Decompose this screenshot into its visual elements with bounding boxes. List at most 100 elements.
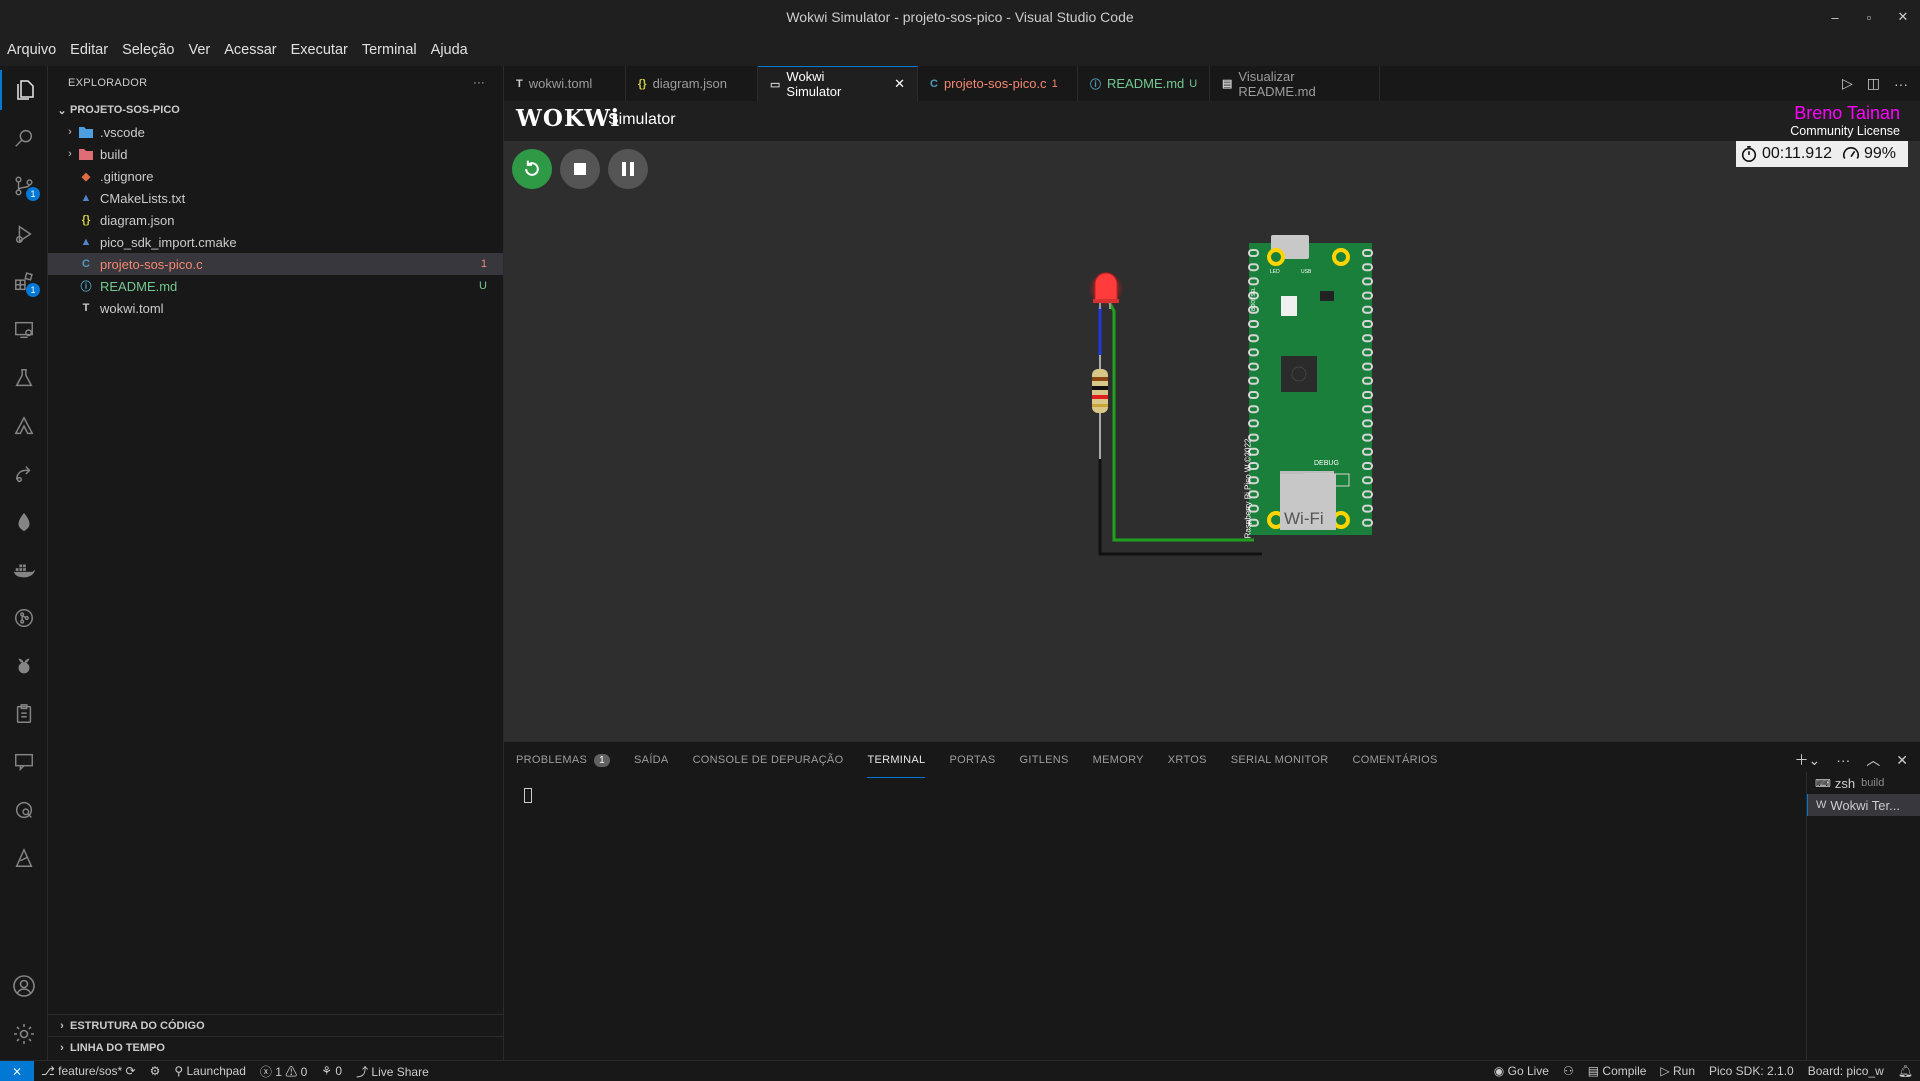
panel-tab-console-de-depura-o[interactable]: CONSOLE DE DEPURAÇÃO xyxy=(693,742,844,778)
wire-green[interactable] xyxy=(1105,297,1254,542)
settings-gear-icon[interactable] xyxy=(0,1014,47,1054)
explorer-header: EXPLORADOR ··· xyxy=(48,66,503,99)
compile-item[interactable]: ▤ Compile xyxy=(1581,1064,1654,1078)
close-panel-icon[interactable]: ✕ xyxy=(1896,752,1908,769)
source-control-icon[interactable]: 1 xyxy=(0,166,47,206)
project-folder-header[interactable]: ⌄ PROJETO-SOS-PICO xyxy=(48,99,503,121)
resistor[interactable] xyxy=(1092,355,1108,459)
tab-readme-md[interactable]: ⓘ README.md U xyxy=(1078,66,1210,101)
explorer-item-pico-sdk-import-cmake[interactable]: ▲ pico_sdk_import.cmake xyxy=(48,231,503,253)
panel-tab-problemas[interactable]: PROBLEMAS 1 xyxy=(516,742,611,778)
minimize-button[interactable]: – xyxy=(1818,10,1852,25)
terminal-instance[interactable]: ⌨ zsh build xyxy=(1807,772,1920,794)
search-icon[interactable] xyxy=(0,118,47,158)
led-red[interactable] xyxy=(1088,271,1124,309)
run-debug-icon[interactable] xyxy=(0,214,47,254)
live-share-icon[interactable] xyxy=(0,454,47,494)
timeline-section[interactable]: › LINHA DO TEMPO xyxy=(48,1036,503,1058)
status-right: ◉ Go Live ⚇ ▤ Compile ▷ Run Pico SDK: 2.… xyxy=(1487,1061,1920,1081)
tab-diagram-json[interactable]: {} diagram.json xyxy=(626,66,758,101)
panel-tab-terminal[interactable]: TERMINAL xyxy=(867,742,926,778)
explorer-item-cmakelists-txt[interactable]: ▲ CMakeLists.txt xyxy=(48,187,503,209)
explorer-item-vscode[interactable]: › .vscode xyxy=(48,121,503,143)
c-icon: C xyxy=(82,258,90,270)
gitlens-icon[interactable] xyxy=(0,598,47,638)
panel-tab-coment-rios[interactable]: COMENTÁRIOS xyxy=(1352,742,1437,778)
menu-editar[interactable]: Editar xyxy=(63,42,115,58)
tab-wokwi-simulator[interactable]: ▭ Wokwi Simulator ✕ xyxy=(758,66,918,101)
ports-count: 0 xyxy=(335,1064,343,1078)
panel-tab-gitlens[interactable]: GITLENS xyxy=(1019,742,1068,778)
mongodb-icon[interactable] xyxy=(0,502,47,542)
terminal-instance[interactable]: W Wokwi Ter... xyxy=(1807,794,1920,816)
explorer-item-gitignore[interactable]: ◆ .gitignore xyxy=(48,165,503,187)
board-selector[interactable]: Board: pico_w xyxy=(1801,1064,1891,1078)
raspberry-pi-pico-icon[interactable] xyxy=(0,646,47,686)
maximize-panel-icon[interactable]: ︿ xyxy=(1866,750,1880,770)
file-tree: › .vscode › build ◆ .gitignore ▲ CMakeLists.txt… xyxy=(48,121,503,319)
go-live-item[interactable]: ◉ Go Live xyxy=(1487,1064,1556,1078)
pico-status-icon[interactable]: ⚙ xyxy=(143,1064,168,1078)
menu-ajuda[interactable]: Ajuda xyxy=(424,42,475,58)
panel-tab-portas[interactable]: PORTAS xyxy=(949,742,995,778)
ports-item[interactable]: ⚘ 0 xyxy=(314,1064,349,1078)
clipboard-icon[interactable] xyxy=(0,694,47,734)
tab-wokwi-toml[interactable]: Twokwi.toml xyxy=(504,66,626,101)
account-icon[interactable] xyxy=(0,966,47,1006)
tab-visualizar-readme-md[interactable]: ▤ Visualizar README.md xyxy=(1210,66,1380,101)
close-window-button[interactable]: ✕ xyxy=(1886,9,1920,25)
panel-tab-sa-da[interactable]: SAÍDA xyxy=(634,742,669,778)
terminal-cursor[interactable] xyxy=(524,788,532,803)
explorer-item-wokwi-toml[interactable]: Twokwi.toml xyxy=(48,297,503,319)
panel-tab-memory[interactable]: MEMORY xyxy=(1093,742,1144,778)
folder-icon xyxy=(79,149,93,160)
explorer-item-projeto-sos-pico-c[interactable]: Cprojeto-sos-pico.c 1 xyxy=(48,253,503,275)
live-share-item[interactable]: ⤴ Live Share xyxy=(349,1063,436,1080)
explorer-item-build[interactable]: › build xyxy=(48,143,503,165)
remote-indicator-icon[interactable]: ⨯ xyxy=(0,1061,34,1081)
raspberry-pi-pico-w-board[interactable] xyxy=(1248,235,1373,535)
comments-icon[interactable] xyxy=(0,742,47,782)
launchpad-item[interactable]: ⚲ Launchpad xyxy=(167,1064,253,1078)
azure-icon[interactable] xyxy=(0,406,47,446)
split-editor-icon[interactable]: ◫ xyxy=(1867,75,1880,92)
docker-icon[interactable] xyxy=(0,550,47,590)
more-actions-icon[interactable]: ··· xyxy=(1894,76,1908,92)
menu-terminal[interactable]: Terminal xyxy=(355,42,424,58)
explorer-more-button[interactable]: ··· xyxy=(473,77,485,89)
menu-acessar[interactable]: Acessar xyxy=(217,42,283,58)
menu-executar[interactable]: Executar xyxy=(284,42,355,58)
sdk-version[interactable]: Pico SDK: 2.1.0 xyxy=(1702,1064,1801,1078)
problems-item[interactable]: ⓧ 1 ⚠ 0 xyxy=(253,1063,314,1080)
panel-tab-serial-monitor[interactable]: SERIAL MONITOR xyxy=(1231,742,1329,778)
simulation-canvas[interactable]: 00:11.912 99% Wi-Fi DEBUG Raspberry Pi P… xyxy=(504,141,1920,741)
explorer-item-label: build xyxy=(100,146,128,162)
remote-search-icon[interactable] xyxy=(0,790,47,830)
explorer-item-readme-md[interactable]: ⓘ README.md U xyxy=(48,275,503,297)
tab-projeto-sos-pico-c[interactable]: Cprojeto-sos-pico.c 1 xyxy=(918,66,1078,101)
notifications-bell-icon[interactable]: 🔔︎ xyxy=(1891,1064,1920,1078)
branch-indicator[interactable]: ⎇ feature/sos* ⟳ xyxy=(34,1064,143,1078)
run-icon[interactable]: ▷ xyxy=(1842,75,1853,92)
panel-tab-label: PROBLEMAS xyxy=(516,754,588,766)
maximize-button[interactable]: ▫ xyxy=(1852,10,1886,25)
pen-icon[interactable] xyxy=(0,838,47,878)
explorer-item-diagram-json[interactable]: {} diagram.json xyxy=(48,209,503,231)
run-item[interactable]: ▷ Run xyxy=(1653,1064,1702,1078)
menu-selecao[interactable]: Seleção xyxy=(115,42,181,58)
terminal-label: zsh xyxy=(1834,775,1856,791)
outline-section[interactable]: › ESTRUTURA DO CÓDIGO xyxy=(48,1014,503,1036)
extensions-icon[interactable]: 1 xyxy=(0,262,47,302)
menu-ver[interactable]: Ver xyxy=(181,42,217,58)
remote-explorer-icon[interactable] xyxy=(0,310,47,350)
panel-tab-xrtos[interactable]: XRTOS xyxy=(1168,742,1207,778)
menu-arquivo[interactable]: Arquivo xyxy=(0,42,63,58)
circuit-diagram xyxy=(1088,235,1373,556)
panel-more-icon[interactable]: ··· xyxy=(1836,752,1850,768)
copilot-icon[interactable]: ⚇ xyxy=(1556,1064,1581,1078)
close-tab-icon[interactable]: ✕ xyxy=(894,76,905,92)
explorer-icon[interactable] xyxy=(0,70,47,110)
title-bar: Wokwi Simulator - projeto-sos-pico - Vis… xyxy=(0,0,1920,34)
new-terminal-icon[interactable]: ＋⌄ xyxy=(1795,750,1821,770)
testing-icon[interactable] xyxy=(0,358,47,398)
